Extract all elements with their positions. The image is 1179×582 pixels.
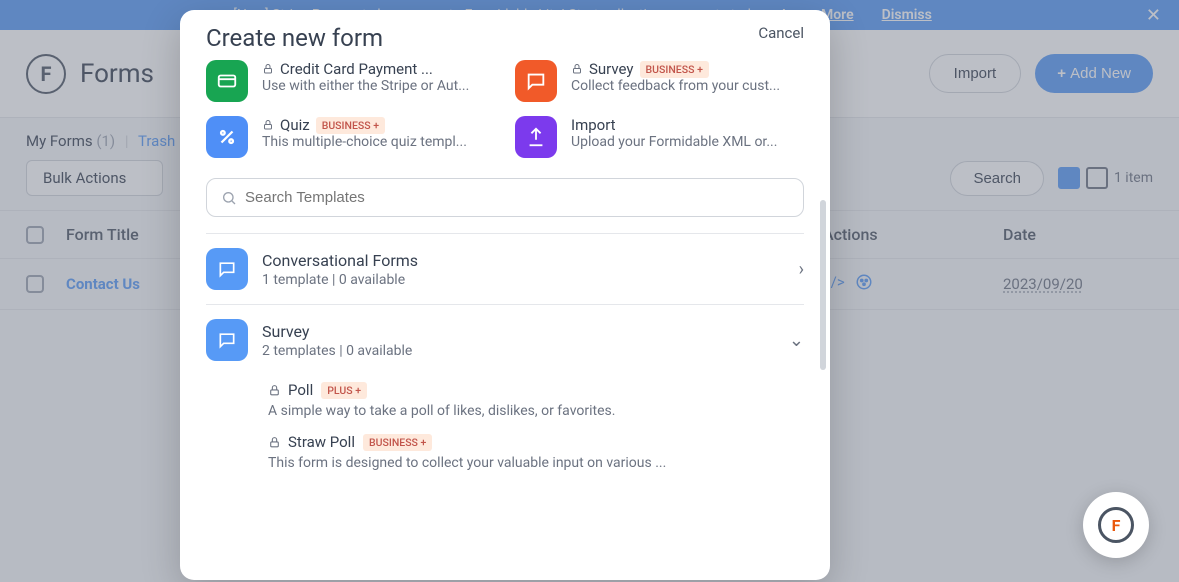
template-desc: Upload your Formidable XML or... bbox=[571, 134, 777, 150]
business-badge: BUSINESS + bbox=[316, 117, 385, 134]
template-desc: Collect feedback from your cust... bbox=[571, 78, 780, 94]
search-templates-input[interactable] bbox=[206, 178, 804, 217]
search-field[interactable] bbox=[245, 189, 789, 206]
upload-icon bbox=[515, 116, 557, 158]
template-desc: Use with either the Stripe or Aut... bbox=[262, 78, 469, 94]
lock-icon bbox=[268, 384, 280, 396]
template-desc: This multiple-choice quiz templ... bbox=[262, 134, 467, 150]
lock-icon bbox=[268, 436, 280, 448]
chevron-down-icon: ⌄ bbox=[789, 330, 804, 351]
modal-scrollbar[interactable] bbox=[820, 200, 826, 370]
subtemplate-title: Straw Poll bbox=[288, 433, 355, 451]
percent-icon bbox=[206, 116, 248, 158]
chevron-right-icon: › bbox=[799, 259, 804, 280]
modal-title: Create new form bbox=[206, 24, 383, 52]
plus-badge: PLUS + bbox=[321, 382, 367, 399]
card-icon bbox=[206, 60, 248, 102]
category-sub: 1 template | 0 available bbox=[262, 272, 785, 288]
template-quiz[interactable]: Quiz BUSINESS + This multiple-choice qui… bbox=[206, 116, 495, 158]
category-survey[interactable]: Survey 2 templates | 0 available ⌄ bbox=[206, 304, 804, 375]
survey-subtemplates: Poll PLUS + A simple way to take a poll … bbox=[206, 375, 804, 471]
help-fab[interactable]: F bbox=[1083, 492, 1149, 558]
subtemplate-desc: This form is designed to collect your va… bbox=[268, 455, 804, 471]
subtemplate-straw-poll[interactable]: Straw Poll BUSINESS + This form is desig… bbox=[268, 433, 804, 471]
template-title: Import bbox=[571, 116, 616, 134]
subtemplate-title: Poll bbox=[288, 381, 313, 399]
subtemplate-poll[interactable]: Poll PLUS + A simple way to take a poll … bbox=[268, 381, 804, 419]
category-sub: 2 templates | 0 available bbox=[262, 343, 775, 359]
lock-icon bbox=[571, 63, 583, 75]
template-title: Survey bbox=[589, 60, 634, 78]
create-form-modal: Create new form Cancel Credit Card Payme… bbox=[180, 10, 830, 580]
chat-icon bbox=[206, 319, 248, 361]
template-credit-card[interactable]: Credit Card Payment ... Use with either … bbox=[206, 60, 495, 102]
lock-icon bbox=[262, 119, 274, 131]
cancel-button[interactable]: Cancel bbox=[758, 24, 804, 42]
business-badge: BUSINESS + bbox=[363, 434, 432, 451]
template-import[interactable]: Import Upload your Formidable XML or... bbox=[515, 116, 804, 158]
category-title: Conversational Forms bbox=[262, 251, 785, 270]
search-icon bbox=[221, 190, 237, 206]
template-title: Quiz bbox=[280, 116, 310, 134]
category-conversational[interactable]: Conversational Forms 1 template | 0 avai… bbox=[206, 233, 804, 304]
template-title: Credit Card Payment ... bbox=[280, 60, 433, 78]
chat-icon bbox=[515, 60, 557, 102]
app-logo-icon: F bbox=[1098, 507, 1134, 543]
business-badge: BUSINESS + bbox=[640, 61, 709, 78]
category-title: Survey bbox=[262, 322, 775, 341]
chat-icon bbox=[206, 248, 248, 290]
template-survey[interactable]: Survey BUSINESS + Collect feedback from … bbox=[515, 60, 804, 102]
subtemplate-desc: A simple way to take a poll of likes, di… bbox=[268, 403, 804, 419]
quick-templates: Credit Card Payment ... Use with either … bbox=[180, 56, 830, 172]
lock-icon bbox=[262, 63, 274, 75]
